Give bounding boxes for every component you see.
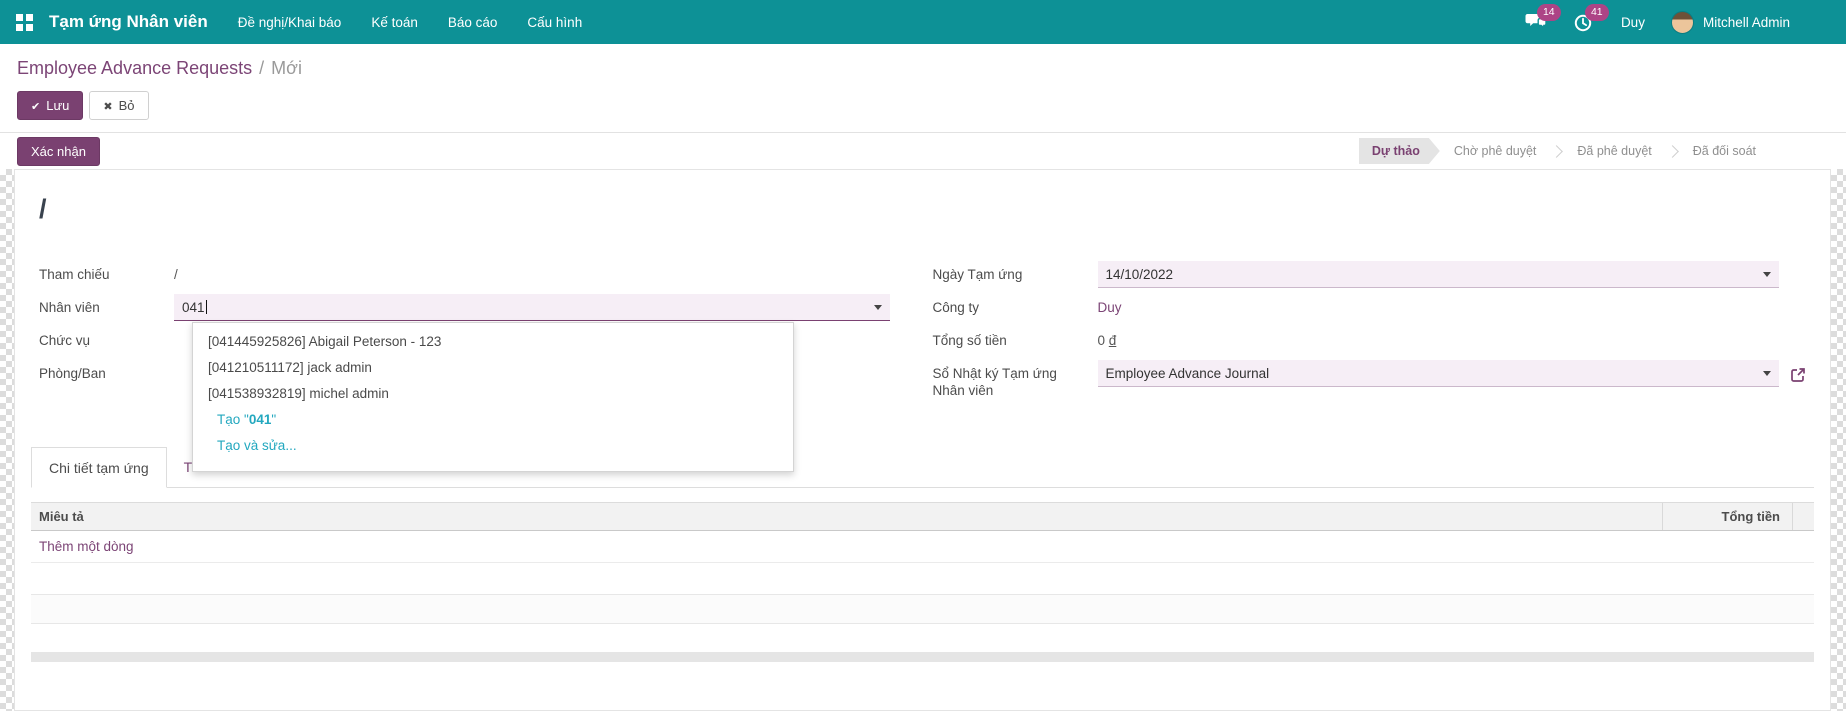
chevron-right-icon	[1665, 144, 1679, 158]
user-name: Mitchell Admin	[1702, 14, 1790, 30]
field-label-company: Công ty	[932, 300, 980, 315]
add-line-link[interactable]: Thêm một dòng	[31, 531, 1814, 563]
user-menu[interactable]: Mitchell Admin	[1670, 10, 1790, 34]
company-switcher[interactable]: Duy	[1621, 15, 1645, 30]
chevron-right-icon	[1550, 144, 1564, 158]
app-title[interactable]: Tạm ứng Nhân viên	[49, 12, 208, 32]
field-label-advance-date: Ngày Tạm ứng	[932, 267, 1023, 282]
menu-accounting[interactable]: Kế toán	[371, 15, 418, 30]
autocomplete-create-edit-option[interactable]: Tạo và sửa...	[193, 433, 793, 459]
field-label-total-amount: Tổng số tiền	[932, 333, 1007, 348]
currency-symbol: đ	[1108, 333, 1117, 348]
autocomplete-option[interactable]: [041210511172] jack admin	[193, 355, 793, 381]
employee-autocomplete-dropdown: [041445925826] Abigail Peterson - 123 [0…	[192, 322, 794, 472]
field-label-reference: Tham chiếu	[39, 267, 110, 282]
text-cursor	[205, 300, 207, 314]
status-step-approved[interactable]: Đã phê duyệt	[1573, 138, 1655, 164]
column-header-total[interactable]: Tổng tiền	[1662, 503, 1792, 530]
advance-date-input[interactable]: 14/10/2022	[1097, 261, 1779, 288]
empty-row	[31, 563, 1814, 594]
field-label-department: Phòng/Ban	[39, 366, 106, 381]
autocomplete-option[interactable]: [041445925826] Abigail Peterson - 123	[193, 329, 793, 355]
page-left-edge	[0, 169, 15, 711]
field-label-job: Chức vụ	[39, 333, 91, 348]
breadcrumb-current: Mới	[271, 58, 302, 78]
close-icon: ✖	[103, 101, 113, 113]
dropdown-caret-icon[interactable]	[1763, 271, 1771, 277]
tab-advance-details[interactable]: Chi tiết tạm ứng	[31, 447, 167, 488]
external-link-icon[interactable]	[1790, 365, 1806, 392]
autocomplete-create-option[interactable]: Tạo "041"	[193, 407, 793, 433]
avatar	[1670, 10, 1694, 34]
form-sheet: / Tham chiếu / Nhân viên 041 [0414459258…	[14, 169, 1831, 711]
menu-reports[interactable]: Báo cáo	[448, 15, 498, 30]
page-right-edge	[1831, 169, 1846, 711]
company-link[interactable]: Duy	[1098, 300, 1122, 315]
activities-button[interactable]: 41	[1573, 4, 1609, 32]
breadcrumb-separator: /	[259, 58, 265, 78]
menu-requests[interactable]: Đề nghị/Khai báo	[238, 15, 342, 30]
record-title: /	[39, 194, 47, 224]
top-navbar: Tạm ứng Nhân viên Đề nghị/Khai báo Kế to…	[0, 0, 1846, 44]
messages-badge: 14	[1536, 4, 1561, 21]
breadcrumb: Employee Advance Requests / Mới	[0, 44, 1846, 85]
dropdown-caret-icon[interactable]	[1763, 370, 1771, 376]
apps-menu-icon[interactable]	[16, 13, 33, 31]
check-icon: ✔	[31, 101, 41, 113]
field-label-employee: Nhân viên	[39, 300, 100, 315]
field-label-journal: Sổ Nhật ký Tạm ứng Nhân viên	[932, 366, 1057, 398]
menu-configuration[interactable]: Cấu hình	[527, 15, 582, 30]
save-button[interactable]: ✔ Lưu	[17, 91, 84, 120]
breadcrumb-parent-link[interactable]: Employee Advance Requests	[17, 58, 252, 78]
status-step-waiting-approval[interactable]: Chờ phê duyệt	[1450, 138, 1541, 164]
empty-row	[31, 594, 1814, 624]
column-header-end	[1792, 503, 1814, 530]
journal-input[interactable]: Employee Advance Journal	[1097, 360, 1779, 387]
status-step-reconciled[interactable]: Đã đối soát	[1689, 138, 1760, 164]
activities-badge: 41	[1584, 4, 1609, 21]
field-value-total-amount: 0 đ	[1097, 333, 1117, 348]
column-header-description[interactable]: Miêu tả	[31, 503, 1662, 530]
advance-lines-table: Miêu tả Tổng tiền Thêm một dòng	[31, 502, 1814, 662]
field-value-reference: /	[174, 267, 178, 282]
discard-button[interactable]: ✖ Bỏ	[89, 91, 149, 120]
status-step-draft[interactable]: Dự thảo	[1359, 138, 1440, 164]
table-header-row: Miêu tả Tổng tiền	[31, 502, 1814, 531]
messages-button[interactable]: 14	[1525, 4, 1561, 31]
main-menus: Đề nghị/Khai báo Kế toán Báo cáo Cấu hìn…	[238, 15, 582, 30]
statusbar: Dự thảo Chờ phê duyệt Đã phê duyệt Đã đố…	[1359, 138, 1760, 164]
dropdown-caret-icon[interactable]	[873, 304, 882, 310]
autocomplete-option[interactable]: [041538932819] michel admin	[193, 381, 793, 407]
table-footer-bar	[31, 652, 1814, 662]
employee-input[interactable]: 041	[174, 294, 890, 321]
confirm-button[interactable]: Xác nhận	[17, 136, 100, 166]
